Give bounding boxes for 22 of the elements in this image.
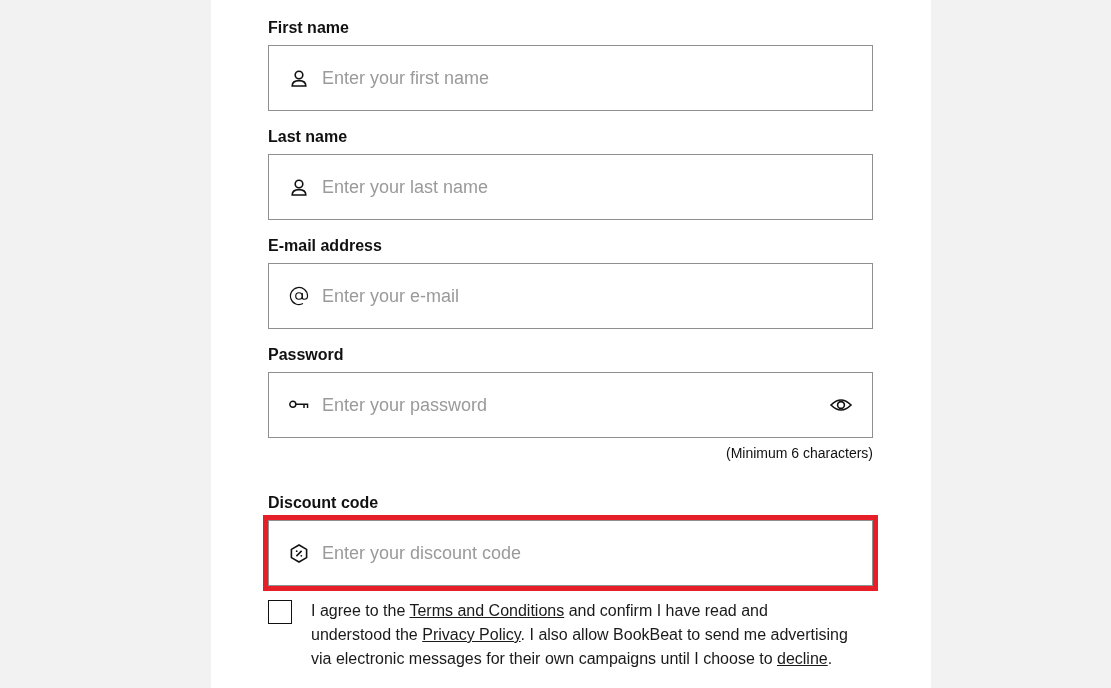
field-label: Discount code (268, 493, 379, 513)
password-field[interactable]: Enter your password (268, 372, 873, 438)
checkbox[interactable] (268, 600, 292, 624)
at-sign-icon (289, 285, 309, 307)
person-icon (291, 69, 307, 87)
discount-code-field[interactable]: Enter your discount code (263, 515, 878, 591)
name-field[interactable]: Enter your first name (268, 45, 873, 111)
text-link[interactable]: Terms and Conditions (409, 602, 565, 619)
field-label: E-mail address (268, 236, 382, 256)
consent-text: I agree to the Terms and Conditions and confirm I have read and understood the Privacy Policy. I also allow BookBeat to send me advertising via electronic messages for their own campaigns until I choose to decline. (311, 601, 849, 669)
eye-icon (830, 397, 852, 413)
field-label: First name (268, 18, 349, 38)
discount-tag-icon (290, 543, 308, 563)
field-label: Last name (268, 127, 348, 147)
email-field[interactable]: Enter your e-mail (268, 263, 873, 329)
text-link[interactable]: decline (777, 650, 828, 667)
text-link[interactable]: Privacy Policy (422, 626, 521, 643)
field-hint: (Minimum 6 characters) (725, 445, 873, 461)
person-icon (291, 178, 307, 196)
name-field[interactable]: Enter your last name (268, 154, 873, 220)
field-label: Password (268, 345, 344, 365)
key-icon (289, 400, 309, 410)
